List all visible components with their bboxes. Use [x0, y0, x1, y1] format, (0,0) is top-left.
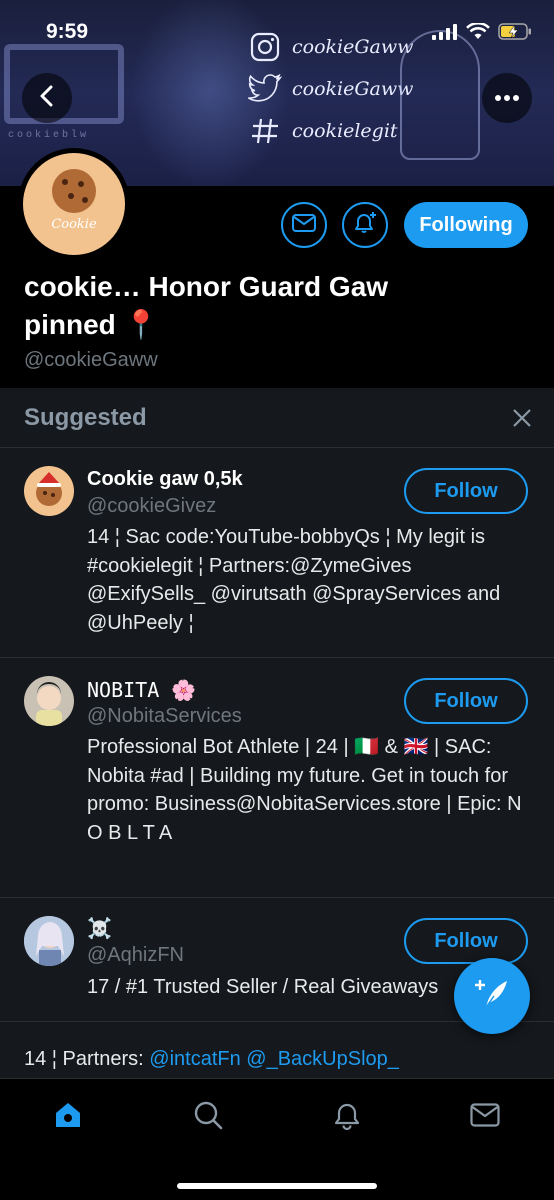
profile-avatar[interactable]: Cookie [18, 148, 130, 260]
twitter-icon [248, 72, 282, 106]
avatar-image: Cookie [23, 153, 125, 255]
follow-button[interactable]: Follow [404, 918, 528, 964]
more-dots-icon [494, 89, 520, 107]
avatar-label: Cookie [51, 216, 97, 232]
bottom-tab-bar [0, 1078, 554, 1200]
follow-button[interactable]: Follow [404, 468, 528, 514]
follow-button[interactable]: Follow [404, 678, 528, 724]
banner-social-twitter: cookieGaww [248, 72, 413, 106]
wifi-icon [466, 21, 490, 45]
avatar[interactable] [24, 676, 74, 726]
compose-tweet-button[interactable] [454, 958, 530, 1034]
status-icons [432, 21, 532, 45]
bell-plus-icon [352, 210, 378, 241]
hashtag-icon [248, 114, 282, 148]
suggested-name[interactable]: NOBITA 🌸 [87, 678, 196, 702]
list-item[interactable]: NOBITA 🌸 @NobitaServices Professional Bo… [0, 658, 554, 898]
profile-handle: @cookieGaww [24, 349, 158, 371]
message-button[interactable] [281, 202, 327, 248]
tweet-preview-text: 14 ¦ Partners: [24, 1048, 150, 1070]
banner-logo-text: cookieblw [8, 130, 90, 141]
following-button[interactable]: Following [404, 202, 528, 248]
status-bar: 9:59 [0, 0, 554, 62]
display-name: cookie… Honor Guard Gaw pinned 📍 [24, 271, 389, 340]
suggested-handle: @NobitaServices [87, 705, 242, 727]
suggested-title: Suggested [24, 404, 147, 431]
chevron-left-icon [38, 85, 56, 112]
tweet-preview-mentions[interactable]: @intcatFn @_BackUpSlop_ [149, 1048, 399, 1070]
suggested-bio: Professional Bot Athlete | 24 | 🇮🇹 & 🇬🇧 … [87, 736, 522, 844]
suggested-name[interactable]: Cookie gaw 0,5k [87, 468, 243, 491]
list-item[interactable]: Cookie gaw 0,5k @cookieGivez 14 ¦ Sac co… [0, 448, 554, 658]
suggested-bio: 14 ¦ Sac code:YouTube-bobbyQs ¦ My legit… [87, 526, 501, 634]
banner-social-text: cookielegit [292, 120, 398, 142]
avatar[interactable] [24, 466, 74, 516]
banner-social-text: cookieGaww [292, 78, 414, 100]
avatar[interactable] [24, 916, 74, 966]
tab-notifications[interactable] [327, 1097, 367, 1137]
notifications-toggle-button[interactable] [342, 202, 388, 248]
suggested-handle: @AqhizFN [87, 944, 184, 966]
more-options-button[interactable] [482, 73, 532, 123]
back-button[interactable] [22, 73, 72, 123]
suggested-header: Suggested [0, 388, 554, 448]
mail-icon [292, 213, 316, 237]
status-time: 9:59 [46, 20, 89, 43]
banner-social-hashtag: cookielegit [248, 114, 398, 148]
home-icon [53, 1100, 83, 1135]
tweet-preview[interactable]: 14 ¦ Partners: @intcatFn @_BackUpSlop_ [24, 1048, 399, 1071]
tab-search[interactable] [188, 1097, 228, 1137]
mail-icon [470, 1102, 500, 1132]
close-icon[interactable] [510, 406, 534, 430]
signal-icon [432, 23, 458, 45]
suggested-name[interactable]: ☠️ [87, 916, 112, 941]
home-indicator [177, 1183, 377, 1189]
battery-charging-icon [498, 23, 532, 45]
search-icon [193, 1100, 223, 1135]
suggested-handle: @cookieGivez [87, 495, 217, 517]
tab-home[interactable] [48, 1097, 88, 1137]
bell-icon [333, 1100, 361, 1135]
cookie-icon [52, 168, 96, 213]
tab-messages[interactable] [465, 1097, 505, 1137]
feather-plus-icon [474, 976, 510, 1017]
